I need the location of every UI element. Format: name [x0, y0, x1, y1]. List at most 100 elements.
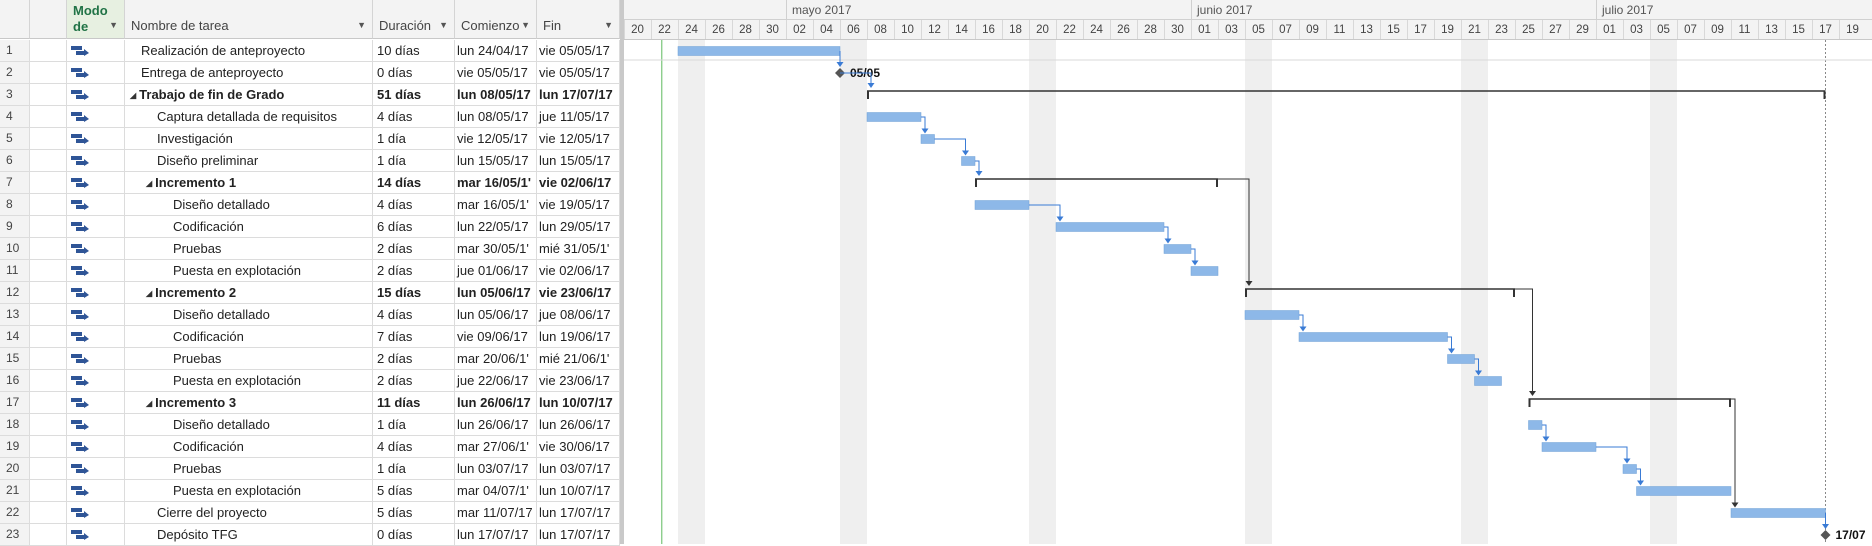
- duration-cell[interactable]: 1 día: [373, 414, 455, 436]
- task-name-cell[interactable]: Cierre del proyecto: [125, 502, 373, 524]
- row-number[interactable]: 6: [0, 150, 30, 172]
- task-mode-cell[interactable]: [67, 524, 125, 546]
- task-mode-cell[interactable]: [67, 348, 125, 370]
- table-row[interactable]: 17 ◢ Incremento 3 11 días lun 26/06/17 lun 10…: [0, 392, 620, 414]
- row-number[interactable]: 7: [0, 172, 30, 194]
- task-name-cell[interactable]: Diseño detallado: [125, 304, 373, 326]
- task-bar[interactable]: [1447, 354, 1475, 364]
- start-date-cell[interactable]: lun 15/05/17: [455, 150, 537, 172]
- end-date-cell[interactable]: lun 10/07/17: [537, 480, 620, 502]
- start-date-cell[interactable]: lun 05/06/17: [455, 282, 537, 304]
- task-bar[interactable]: [961, 156, 976, 166]
- collapse-triangle-icon[interactable]: ◢: [146, 283, 152, 303]
- row-number[interactable]: 8: [0, 194, 30, 216]
- task-name-cell[interactable]: Diseño detallado: [125, 414, 373, 436]
- collapse-triangle-icon[interactable]: ◢: [146, 393, 152, 413]
- duration-cell[interactable]: 51 días: [373, 84, 455, 106]
- duration-cell[interactable]: 6 días: [373, 216, 455, 238]
- start-date-cell[interactable]: mar 27/06/1': [455, 436, 537, 458]
- task-bar[interactable]: [1055, 222, 1165, 232]
- start-date-cell[interactable]: lun 17/07/17: [455, 524, 537, 546]
- start-date-cell[interactable]: lun 03/07/17: [455, 458, 537, 480]
- duration-cell[interactable]: 4 días: [373, 436, 455, 458]
- start-date-cell[interactable]: lun 26/06/17: [455, 392, 537, 414]
- duration-cell[interactable]: 5 días: [373, 480, 455, 502]
- end-date-cell[interactable]: jue 08/06/17: [537, 304, 620, 326]
- row-header-corner[interactable]: [0, 0, 30, 39]
- end-date-cell[interactable]: mié 31/05/1': [537, 238, 620, 260]
- start-date-cell[interactable]: mar 16/05/1': [455, 194, 537, 216]
- start-date-cell[interactable]: lun 26/06/17: [455, 414, 537, 436]
- task-bar[interactable]: [974, 200, 1030, 210]
- row-number[interactable]: 18: [0, 414, 30, 436]
- task-mode-cell[interactable]: [67, 304, 125, 326]
- task-bar[interactable]: [1528, 420, 1543, 430]
- end-date-cell[interactable]: vie 02/06/17: [537, 172, 620, 194]
- row-number[interactable]: 14: [0, 326, 30, 348]
- row-number[interactable]: 10: [0, 238, 30, 260]
- task-mode-cell[interactable]: [67, 282, 125, 304]
- start-date-cell[interactable]: mar 11/07/17: [455, 502, 537, 524]
- end-date-cell[interactable]: vie 05/05/17: [537, 62, 620, 84]
- table-row[interactable]: 16 Puesta en explotación 2 días jue 22/06/1…: [0, 370, 620, 392]
- end-date-cell[interactable]: vie 30/06/17: [537, 436, 620, 458]
- table-row[interactable]: 8 Diseño detallado 4 días mar 16/05/1' vie 1…: [0, 194, 620, 216]
- start-date-cell[interactable]: vie 05/05/17: [455, 62, 537, 84]
- row-number[interactable]: 9: [0, 216, 30, 238]
- start-date-cell[interactable]: mar 16/05/1': [455, 172, 537, 194]
- start-date-cell[interactable]: lun 08/05/17: [455, 84, 537, 106]
- table-row[interactable]: 1 Realización de anteproyecto 10 días lun 2…: [0, 40, 620, 62]
- row-number[interactable]: 16: [0, 370, 30, 392]
- table-row[interactable]: 14 Codificación 7 días vie 09/06/17 lun 19/0…: [0, 326, 620, 348]
- table-row[interactable]: 21 Puesta en explotación 5 días mar 04/07/1…: [0, 480, 620, 502]
- table-row[interactable]: 18 Diseño detallado 1 día lun 26/06/17 lun 2…: [0, 414, 620, 436]
- table-row[interactable]: 9 Codificación 6 días lun 22/05/17 lun 29/05…: [0, 216, 620, 238]
- start-date-cell[interactable]: jue 01/06/17: [455, 260, 537, 282]
- row-number[interactable]: 21: [0, 480, 30, 502]
- table-row[interactable]: 10 Pruebas 2 días mar 30/05/1' mié 31/05/1': [0, 238, 620, 260]
- duration-cell[interactable]: 4 días: [373, 304, 455, 326]
- start-date-cell[interactable]: mar 04/07/1': [455, 480, 537, 502]
- start-date-cell[interactable]: lun 24/04/17: [455, 40, 537, 62]
- table-row[interactable]: 3 ◢ Trabajo de fin de Grado 51 días lun 08/0…: [0, 84, 620, 106]
- indicators-column-header[interactable]: i: [30, 0, 84, 39]
- task-bar[interactable]: [866, 112, 922, 122]
- task-bar[interactable]: [1190, 266, 1219, 276]
- end-date-cell[interactable]: vie 02/06/17: [537, 260, 620, 282]
- task-name-cell[interactable]: ◢ Incremento 3: [125, 392, 373, 414]
- task-mode-cell[interactable]: [67, 502, 125, 524]
- task-name-cell[interactable]: ◢ Incremento 2: [125, 282, 373, 304]
- task-bar[interactable]: [1730, 508, 1826, 518]
- task-bar[interactable]: [920, 134, 935, 144]
- duration-cell[interactable]: 2 días: [373, 370, 455, 392]
- start-date-cell[interactable]: lun 08/05/17: [455, 106, 537, 128]
- table-row[interactable]: 11 Puesta en explotación 2 días jue 01/06/1…: [0, 260, 620, 282]
- task-mode-cell[interactable]: [67, 150, 125, 172]
- task-name-column-header[interactable]: Nombre de tarea ▼: [125, 0, 373, 39]
- row-number[interactable]: 4: [0, 106, 30, 128]
- end-date-cell[interactable]: vie 12/05/17: [537, 128, 620, 150]
- duration-cell[interactable]: 10 días: [373, 40, 455, 62]
- duration-cell[interactable]: 14 días: [373, 172, 455, 194]
- task-mode-column-header[interactable]: Modo de ▼: [67, 0, 125, 39]
- task-name-cell[interactable]: ◢ Trabajo de fin de Grado: [125, 84, 373, 106]
- task-name-cell[interactable]: Pruebas: [125, 458, 373, 480]
- table-row[interactable]: 19 Codificación 4 días mar 27/06/1' vie 30/0…: [0, 436, 620, 458]
- task-name-cell[interactable]: Captura detallada de requisitos: [125, 106, 373, 128]
- duration-cell[interactable]: 4 días: [373, 194, 455, 216]
- task-name-cell[interactable]: Puesta en explotación: [125, 260, 373, 282]
- task-mode-cell[interactable]: [67, 62, 125, 84]
- duration-cell[interactable]: 7 días: [373, 326, 455, 348]
- table-row[interactable]: 15 Pruebas 2 días mar 20/06/1' mié 21/06/1': [0, 348, 620, 370]
- task-bar[interactable]: [1636, 486, 1732, 496]
- task-mode-cell[interactable]: [67, 480, 125, 502]
- task-name-cell[interactable]: Codificación: [125, 326, 373, 348]
- task-name-cell[interactable]: Codificación: [125, 436, 373, 458]
- row-number[interactable]: 22: [0, 502, 30, 524]
- chevron-down-icon[interactable]: ▼: [439, 20, 448, 30]
- end-date-cell[interactable]: vie 23/06/17: [537, 282, 620, 304]
- chevron-down-icon[interactable]: ▼: [521, 20, 530, 30]
- task-mode-cell[interactable]: [67, 84, 125, 106]
- chevron-down-icon[interactable]: ▼: [604, 20, 613, 30]
- table-row[interactable]: 20 Pruebas 1 día lun 03/07/17 lun 03/07/17: [0, 458, 620, 480]
